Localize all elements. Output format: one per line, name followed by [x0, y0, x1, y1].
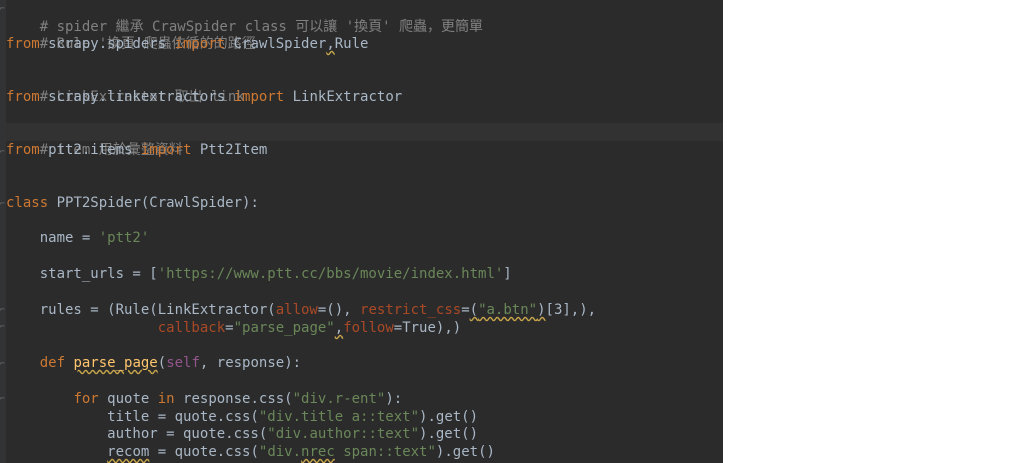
code-token: Rule — [334, 36, 369, 52]
code-token: ): — [385, 391, 403, 407]
keyword: import — [233, 89, 285, 105]
code-token: ( — [157, 355, 167, 371]
string-literal: span::text" — [334, 444, 436, 460]
code-line[interactable]: # spider 繼承 CrawSpider class 可以讓 '換頁' 爬蟲… — [6, 0, 723, 35]
keyword: in — [157, 391, 175, 407]
code-token: , response): — [199, 355, 302, 371]
keyword-argument: callback — [157, 320, 226, 336]
code-token: response.css( — [174, 391, 293, 407]
code-line[interactable]: for quote in response.css("div.r-ent"): — [6, 390, 723, 408]
self-keyword: self — [166, 355, 200, 371]
code-line[interactable]: name = 'ptt2' — [6, 229, 723, 247]
code-line[interactable]: class PPT2Spider(CrawlSpider): — [6, 194, 723, 212]
function-name: parse_page — [73, 355, 158, 371]
warning-marker: , — [334, 320, 344, 336]
code-token: [3],), — [545, 302, 597, 318]
code-token: ).get() — [419, 409, 479, 425]
code-line[interactable]: # Rule '換頁'爬蟲依循的的路徑 — [6, 17, 723, 52]
warning-marker: ( — [469, 302, 479, 318]
code-token: =True),) — [393, 320, 462, 336]
string-literal: 'https://www.ptt.cc/bbs/movie/index.html… — [157, 266, 504, 282]
variable-with-warning: recom — [107, 444, 150, 460]
code-token: PPT2Spider(CrawlSpider): — [48, 195, 259, 211]
code-token: = quote.css( — [149, 444, 259, 460]
code-line[interactable]: # LinkExtractor 取出 link — [6, 70, 723, 105]
string-literal: "div.author::text" — [267, 426, 420, 442]
code-token: scrapy.spiders — [39, 36, 175, 52]
string-literal-typo: nrec — [301, 444, 335, 460]
string-literal: "div. — [258, 444, 302, 460]
code-token: ptt2.items — [39, 142, 141, 158]
warning-marker: , — [326, 36, 335, 52]
keyword-argument: restrict_css — [360, 302, 462, 318]
keyword: from — [6, 89, 40, 105]
string-literal: "parse_page" — [233, 320, 335, 336]
string-literal: "a.btn" — [478, 302, 538, 318]
code-token: author = quote.css( — [6, 426, 268, 442]
code-line[interactable]: def parse_page(self, response): — [6, 354, 723, 372]
code-token: scrapy.linkextractors — [39, 89, 234, 105]
keyword: class — [6, 195, 49, 211]
code-line[interactable]: title = quote.css("div.title a::text").g… — [6, 408, 723, 426]
keyword: from — [6, 142, 40, 158]
code-line[interactable]: author = quote.css("div.author::text").g… — [6, 425, 723, 443]
keyword-argument: allow — [275, 302, 318, 318]
code-token: ).get() — [419, 426, 479, 442]
keyword: import — [174, 36, 226, 52]
code-line[interactable]: from ptt2.items import Ptt2Item — [6, 141, 723, 159]
code-token: start_urls = [ — [6, 266, 158, 282]
code-line[interactable]: callback="parse_page",follow=True),) — [6, 319, 723, 337]
blank-panel — [723, 0, 1024, 463]
warning-marker: ) — [537, 302, 546, 318]
code-token: quote — [98, 391, 158, 407]
code-token: CrawlSpider — [225, 36, 327, 52]
code-editor[interactable]: ⌐ ⌐ ⌐ ⌐ ⌐ ⌐ ⌐ # spider 繼承 CrawSpider cla… — [0, 0, 723, 463]
code-line[interactable]: start_urls = ['https://www.ptt.cc/bbs/mo… — [6, 265, 723, 283]
code-line[interactable]: rules = (Rule(LinkExtractor(allow=(), re… — [6, 301, 723, 319]
code-token: = — [225, 320, 234, 336]
keyword: def — [39, 355, 66, 371]
keyword: for — [73, 391, 99, 407]
code-token: ).get() — [435, 444, 495, 460]
code-token: ] — [503, 266, 512, 282]
code-line[interactable]: from scrapy.spiders import CrawlSpider,R… — [6, 35, 723, 53]
keyword-argument: follow — [343, 320, 394, 336]
string-literal: "div.title a::text" — [258, 409, 420, 425]
keyword: import — [140, 142, 192, 158]
current-code-line[interactable]: # item 用於彙整資料 — [6, 123, 723, 158]
code-line[interactable]: from scrapy.linkextractors import LinkEx… — [6, 88, 723, 106]
code-token: =(), — [317, 302, 361, 318]
keyword: from — [6, 36, 40, 52]
code-line[interactable]: recom = quote.css("div.nrec span::text")… — [6, 443, 723, 461]
code-token: rules = (Rule(LinkExtractor( — [6, 302, 276, 318]
string-literal: 'ptt2' — [98, 230, 150, 246]
code-token: title = quote.css( — [6, 409, 259, 425]
string-literal: "div.r-ent" — [292, 391, 386, 407]
code-token: LinkExtractor — [284, 89, 403, 105]
code-token: Ptt2Item — [191, 142, 268, 158]
code-token: = — [461, 302, 470, 318]
code-token: name = — [6, 230, 99, 246]
